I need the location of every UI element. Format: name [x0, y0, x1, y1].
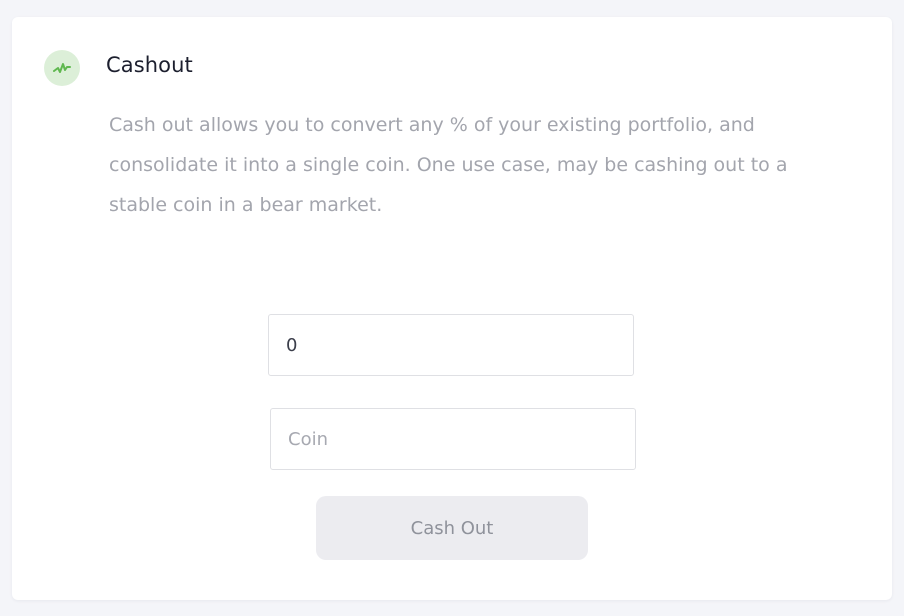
- coin-input[interactable]: [270, 408, 636, 470]
- card-title: Cashout: [106, 53, 193, 77]
- cashout-card: Cashout Cash out allows you to convert a…: [12, 17, 892, 600]
- cash-out-button[interactable]: Cash Out: [316, 496, 588, 560]
- card-description: Cash out allows you to convert any % of …: [109, 114, 788, 216]
- amount-input[interactable]: [268, 314, 634, 376]
- activity-chart-icon: [44, 50, 80, 86]
